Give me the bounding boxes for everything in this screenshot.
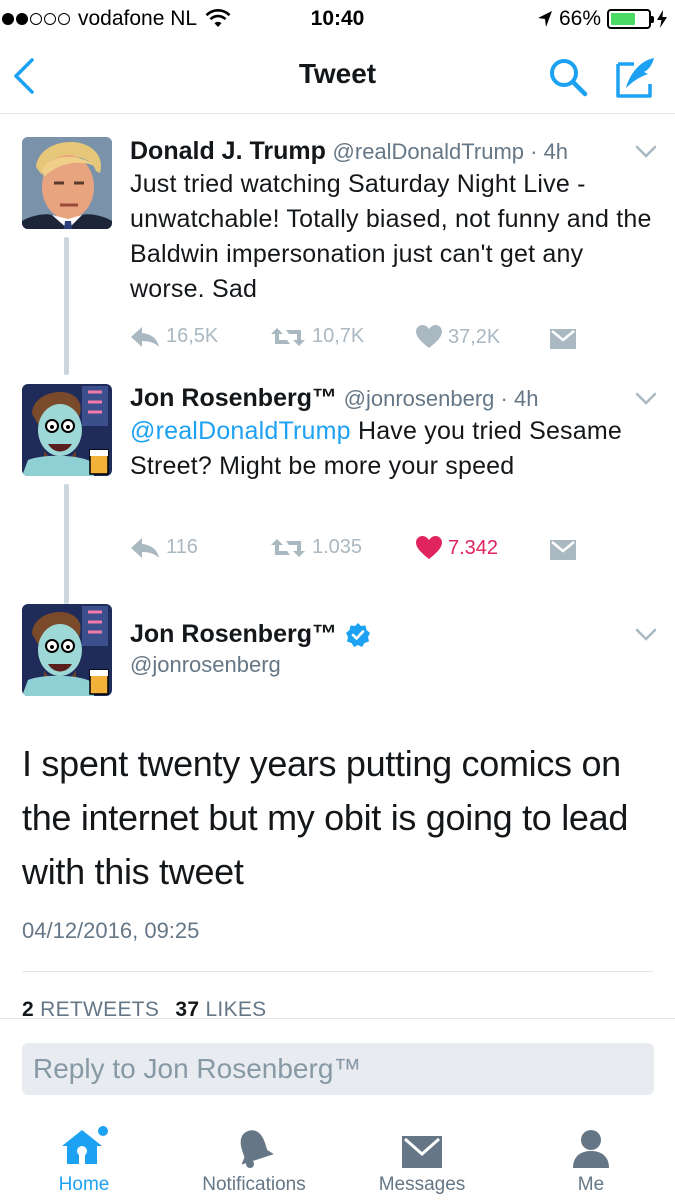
like-button[interactable]: 37,2K [416, 325, 500, 349]
author-name[interactable]: Jon Rosenberg™ [130, 620, 337, 649]
heart-icon [416, 325, 442, 348]
chevron-down-icon[interactable] [635, 392, 657, 406]
tab-label: Home [58, 1174, 110, 1195]
tweet-text: @realDonaldTrump Have you tried Sesame S… [130, 414, 660, 484]
avatar[interactable] [22, 384, 112, 476]
reply-count: 116 [166, 536, 198, 558]
reply-count: 16,5K [166, 325, 219, 347]
retweet-count: 10,7K [312, 325, 365, 347]
tweet-age: · 4h [494, 386, 539, 411]
charging-bolt-icon [657, 10, 667, 28]
tab-home[interactable]: Home [4, 1126, 164, 1196]
avatar[interactable] [22, 604, 112, 696]
search-icon[interactable] [547, 56, 589, 98]
tweet-parent[interactable]: Donald J. Trump @realDonaldTrump · 4h Ju… [0, 137, 675, 375]
location-arrow-icon [537, 11, 552, 27]
like-count: 37,2K [448, 325, 501, 348]
main-author[interactable]: Jon Rosenberg™ [130, 620, 371, 649]
like-button[interactable]: 7.342 [416, 536, 498, 560]
avatar-comic-image [22, 384, 112, 476]
author-name[interactable]: Donald J. Trump [130, 137, 326, 165]
retweet-count: 1.035 [312, 536, 363, 558]
retweet-icon [271, 538, 305, 557]
avatar-comic-image [22, 604, 112, 696]
tab-bar: Home Notifications Messages Me [0, 1118, 675, 1200]
chevron-down-icon[interactable] [635, 145, 657, 159]
reply-icon [131, 326, 159, 347]
envelope-icon [402, 1136, 442, 1168]
tweet-header: Jon Rosenberg™ @jonrosenberg · 4h [130, 384, 635, 413]
reply-input[interactable] [22, 1043, 654, 1095]
like-count: 7.342 [448, 536, 499, 559]
tweet-actions: 16,5K 10,7K 37,2K [130, 325, 590, 357]
status-bar: vodafone NL 10:40 66% [0, 0, 675, 38]
home-icon [62, 1126, 108, 1164]
heart-icon [416, 536, 442, 559]
tweet-timestamp: 04/12/2016, 09:25 [22, 918, 200, 943]
retweet-icon [271, 327, 305, 346]
direct-message-button[interactable] [550, 329, 576, 349]
tab-label: Notifications [202, 1174, 306, 1195]
tweet-reply[interactable]: Jon Rosenberg™ @jonrosenberg · 4h @realD… [0, 384, 675, 604]
author-handle[interactable]: @jonrosenberg [344, 386, 495, 411]
avatar-trump-image [22, 137, 112, 229]
reply-icon [131, 537, 159, 558]
person-icon [573, 1130, 609, 1168]
tab-label: Messages [378, 1174, 466, 1195]
thread-line [64, 237, 69, 375]
author-handle[interactable]: @jonrosenberg [130, 652, 281, 678]
compose-icon[interactable] [612, 54, 658, 100]
retweet-button[interactable]: 10,7K [270, 325, 364, 348]
bell-icon [240, 1130, 274, 1168]
mention-link[interactable]: @realDonaldTrump [130, 417, 351, 445]
reply-button[interactable]: 116 [130, 536, 198, 559]
tweet-actions: 116 1.035 7.342 [130, 536, 590, 568]
tab-me[interactable]: Me [511, 1126, 671, 1196]
battery-percent: 66% [558, 7, 601, 30]
tweet-text: Just tried watching Saturday Night Live … [130, 170, 652, 303]
author-handle[interactable]: @realDonaldTrump [333, 139, 524, 164]
status-right: 66% [537, 7, 667, 31]
envelope-icon [550, 329, 576, 349]
tab-notifications[interactable]: Notifications [174, 1126, 334, 1196]
chevron-down-icon[interactable] [635, 628, 657, 642]
reply-button[interactable]: 16,5K [130, 325, 218, 348]
nav-bar: Tweet [0, 38, 675, 114]
direct-message-button[interactable] [550, 540, 576, 560]
avatar[interactable] [22, 137, 112, 229]
retweet-button[interactable]: 1.035 [270, 536, 362, 559]
envelope-icon [550, 540, 576, 560]
reply-bar [0, 1018, 675, 1118]
tweet-header: Donald J. Trump @realDonaldTrump · 4h [130, 137, 635, 166]
divider [22, 971, 653, 972]
verified-badge-icon [345, 622, 370, 647]
battery-icon [607, 9, 654, 29]
main-tweet-text: I spent twenty years putting comics on t… [22, 743, 629, 892]
tab-label: Me [577, 1174, 605, 1195]
tab-messages[interactable]: Messages [342, 1126, 502, 1196]
tweet-age: · 4h [524, 139, 569, 164]
thread-line [64, 484, 69, 604]
author-name[interactable]: Jon Rosenberg™ [130, 384, 337, 412]
